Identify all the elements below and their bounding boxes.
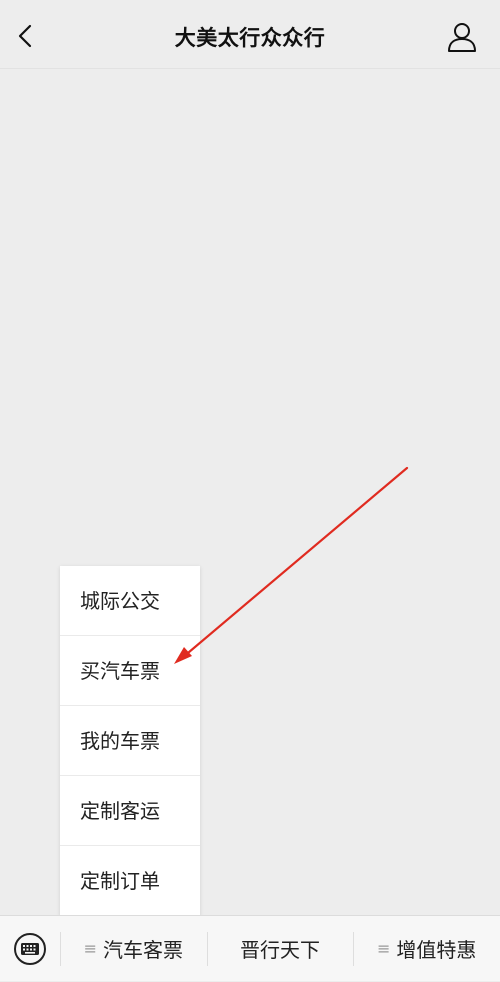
- submenu-item-intercity-bus[interactable]: 城际公交: [60, 566, 200, 636]
- menu-tab-label: 增值特惠: [396, 938, 477, 962]
- menu-tab-label: 晋行天下: [240, 938, 320, 962]
- keyboard-icon: [14, 932, 46, 965]
- bottom-menu-bar: ≡ 汽车客票 晋行天下 ≡ 增值特惠: [0, 915, 500, 981]
- menu-tab-label: 汽车客票: [103, 938, 184, 962]
- submenu-item-buy-bus-ticket[interactable]: 买汽车票: [60, 636, 200, 706]
- submenu-item-custom-transport[interactable]: 定制客运: [60, 776, 200, 846]
- menu-tab-jin-travel[interactable]: 晋行天下: [206, 916, 354, 982]
- submenu-item-my-tickets[interactable]: 我的车票: [60, 706, 200, 776]
- menu-tab-value-added-deals[interactable]: ≡ 增值特惠: [353, 916, 500, 982]
- keyboard-toggle-button[interactable]: [0, 916, 60, 982]
- page-title: 大美太行众众行: [174, 26, 326, 50]
- submenu-item-custom-orders[interactable]: 定制订单: [60, 846, 200, 916]
- nav-bar: 大美太行众众行: [0, 0, 500, 69]
- user-icon: [448, 23, 476, 52]
- profile-button[interactable]: [446, 20, 478, 54]
- menu-tab-bus-tickets[interactable]: ≡ 汽车客票: [60, 916, 207, 982]
- submenu-popup: 城际公交 买汽车票 我的车票 定制客运 定制订单: [60, 566, 200, 916]
- submenu-lines-icon: ≡: [376, 939, 391, 958]
- submenu-lines-icon: ≡: [83, 939, 98, 958]
